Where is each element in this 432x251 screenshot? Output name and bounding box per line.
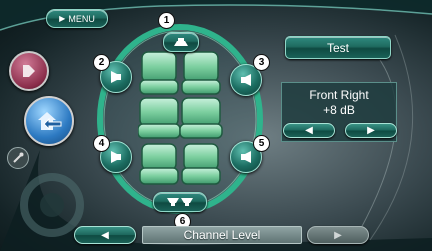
next-page-button[interactable]: ▶ — [307, 226, 369, 244]
selected-speaker-name: Front Right — [309, 88, 369, 102]
car-seats — [138, 51, 223, 185]
microphone-button[interactable] — [7, 147, 29, 169]
microphone-icon — [13, 152, 24, 163]
prev-page-button[interactable]: ◀ — [74, 226, 136, 244]
speaker-subwoofer-icon — [167, 198, 193, 206]
speaker-1-number: 1 — [158, 12, 175, 29]
speaker-rear-right-icon — [241, 151, 251, 163]
return-icon — [38, 112, 62, 131]
speaker-2-number: 2 — [93, 54, 110, 71]
selected-speaker-level: +8 dB — [323, 103, 355, 117]
speaker-center-button[interactable] — [163, 32, 199, 52]
speaker-rear-left-icon — [111, 151, 121, 163]
speaker-3-number: 3 — [253, 54, 270, 71]
level-increase-button[interactable]: ▶ — [345, 123, 397, 138]
speaker-front-left-icon — [111, 71, 121, 83]
test-button[interactable]: Test — [285, 36, 391, 59]
play-icon: ▶ — [59, 14, 66, 23]
speaker-subwoofer-button[interactable] — [153, 192, 207, 212]
arrow-right-icon: ▶ — [334, 229, 342, 241]
back-button[interactable] — [24, 96, 74, 146]
arrow-left-icon: ◀ — [101, 229, 109, 241]
page-title: Channel Level — [183, 228, 261, 242]
footer-title-bar: Channel Level — [142, 226, 302, 244]
arrow-right-icon: ▶ — [367, 125, 375, 136]
speaker-center-icon — [174, 38, 188, 46]
test-label: Test — [326, 40, 349, 55]
channel-level-screen: ▶ MENU 1 2 3 4 5 6 Test Front Right +8 d… — [0, 0, 432, 251]
arrow-left-icon: ◀ — [305, 125, 313, 136]
speaker-5-number: 5 — [253, 135, 270, 152]
audio-source-icon — [23, 65, 35, 77]
level-decrease-button[interactable]: ◀ — [283, 123, 335, 138]
speaker-front-right-icon — [241, 74, 251, 86]
audio-source-button[interactable] — [9, 51, 49, 91]
speaker-4-number: 4 — [93, 135, 110, 152]
